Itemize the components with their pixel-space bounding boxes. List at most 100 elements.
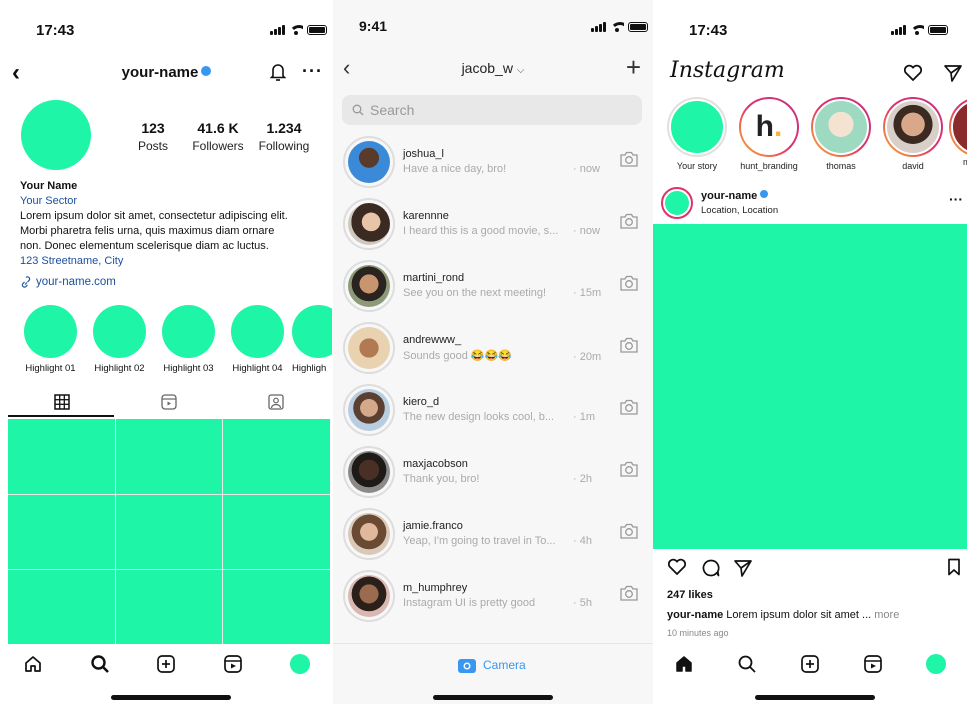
account-switcher[interactable]: jacob_w ⌵	[333, 60, 653, 76]
story-item[interactable]: Your story	[661, 97, 733, 171]
home-indicator	[755, 695, 875, 700]
add-post-icon[interactable]	[156, 654, 176, 674]
profile-avatar[interactable]	[21, 100, 91, 170]
camera-button[interactable]: Camera	[457, 656, 526, 674]
home-icon[interactable]	[674, 654, 694, 674]
message-thread[interactable]: jamie.franco Yeap, I'm going to travel i…	[333, 506, 653, 568]
reels-nav-icon[interactable]	[223, 654, 243, 674]
story-avatar	[885, 99, 941, 155]
message-thread[interactable]: kiero_d The new design looks cool, b... …	[333, 382, 653, 444]
post-thumbnail[interactable]	[115, 494, 223, 570]
message-thread[interactable]: martini_rond See you on the next meeting…	[333, 258, 653, 320]
post-thumbnail[interactable]	[8, 570, 115, 645]
tab-reels[interactable]	[115, 388, 222, 416]
heart-icon[interactable]	[903, 64, 923, 82]
camera-icon[interactable]	[619, 522, 639, 540]
message-thread[interactable]: karennne I heard this is a good movie, s…	[333, 196, 653, 258]
post-thumbnail[interactable]	[115, 570, 223, 645]
post-username[interactable]: your-name	[701, 190, 757, 202]
posts-grid	[8, 419, 330, 645]
post-username-wrap: your-name	[701, 190, 769, 202]
camera-icon[interactable]	[619, 212, 639, 230]
link-text: your-name.com	[36, 276, 116, 288]
bio-line: Morbi pharetra felis urna, quis maximus …	[20, 225, 275, 237]
stat-following[interactable]: 1.234 Following	[256, 120, 312, 153]
profile-username[interactable]: your-name	[122, 64, 199, 81]
link-icon	[21, 276, 31, 288]
profile-nav-avatar[interactable]	[289, 654, 310, 674]
post-location[interactable]: Location, Location	[701, 205, 778, 216]
caption-text: Lorem ipsum dolor sit amet ...	[723, 609, 875, 621]
tab-tagged[interactable]	[223, 388, 330, 416]
battery-icon	[307, 25, 327, 35]
post-header: your-name Location, Location ···	[661, 187, 967, 219]
story-item[interactable]: david	[877, 97, 949, 171]
post-thumbnail[interactable]	[223, 494, 330, 570]
bell-icon[interactable]	[270, 62, 286, 82]
like-icon[interactable]	[667, 558, 687, 576]
message-thread[interactable]: maxjacobson Thank you, bro! · 2h	[333, 444, 653, 506]
camera-icon[interactable]	[619, 460, 639, 478]
search-icon[interactable]	[90, 654, 110, 674]
story-item[interactable]: h. hunt_branding	[733, 97, 805, 171]
stat-label: Following	[258, 139, 310, 153]
tab-grid[interactable]	[8, 388, 115, 416]
thread-avatar	[343, 446, 395, 498]
caption-username[interactable]: your-name	[667, 609, 723, 621]
thread-time: · 20m	[573, 351, 602, 363]
profile-link[interactable]: your-name.com	[20, 276, 116, 288]
home-icon[interactable]	[23, 654, 43, 674]
message-thread[interactable]: andrewww_ Sounds good 😂😂😂 · 20m	[333, 320, 653, 382]
reels-nav-icon[interactable]	[863, 654, 883, 674]
post-thumbnail[interactable]	[8, 419, 115, 494]
caption-more-link[interactable]: more	[874, 609, 899, 621]
thread-time: · now	[573, 163, 600, 175]
post-thumbnail[interactable]	[223, 570, 330, 645]
post-image[interactable]	[653, 224, 967, 549]
search-placeholder: Search	[370, 102, 415, 118]
comment-icon[interactable]	[701, 558, 721, 578]
camera-icon[interactable]	[619, 584, 639, 602]
battery-icon	[628, 22, 648, 32]
likes-count[interactable]: 247 likes	[667, 589, 713, 601]
search-icon	[352, 104, 364, 116]
bio-sector[interactable]: Your Sector	[20, 194, 325, 209]
highlight-item[interactable]: Highlight 01	[16, 305, 85, 374]
verified-badge-icon	[201, 66, 212, 76]
highlight-label: Highligh	[292, 363, 327, 374]
highlight-item[interactable]: Highlight 04	[223, 305, 292, 374]
camera-icon[interactable]	[619, 150, 639, 168]
stat-posts[interactable]: 123 Posts	[138, 120, 168, 153]
stat-label: Followers	[192, 139, 244, 153]
add-post-icon[interactable]	[800, 654, 820, 674]
story-item[interactable]: m	[949, 97, 967, 171]
reels-icon	[161, 394, 177, 410]
story-label: Your story	[676, 161, 718, 171]
instagram-logo[interactable]: Instagram	[670, 58, 785, 83]
search-input[interactable]: Search	[342, 95, 642, 125]
message-thread[interactable]: joshua_l Have a nice day, bro! · now	[333, 134, 653, 196]
camera-icon[interactable]	[619, 274, 639, 292]
camera-icon[interactable]	[619, 398, 639, 416]
post-thumbnail[interactable]	[8, 494, 115, 570]
highlight-item[interactable]: Highlight 03	[154, 305, 223, 374]
camera-icon[interactable]	[619, 336, 639, 354]
search-icon[interactable]	[737, 654, 757, 674]
bio-address[interactable]: 123 Streetname, City	[20, 254, 325, 269]
share-icon[interactable]	[733, 558, 753, 578]
more-options-icon[interactable]: ···	[302, 61, 323, 82]
highlight-item[interactable]: Highligh	[292, 305, 332, 374]
post-avatar[interactable]	[661, 187, 693, 219]
new-message-icon[interactable]: +	[626, 52, 641, 83]
bookmark-icon[interactable]	[947, 558, 961, 576]
story-item[interactable]: thomas	[805, 97, 877, 171]
more-options-icon[interactable]: ···	[949, 191, 963, 207]
post-thumbnail[interactable]	[223, 419, 330, 494]
stat-followers[interactable]: 41.6 K Followers	[190, 120, 246, 153]
highlight-item[interactable]: Highlight 02	[85, 305, 154, 374]
post-thumbnail[interactable]	[115, 419, 223, 494]
direct-message-icon[interactable]	[943, 63, 963, 83]
wifi-icon	[910, 25, 924, 35]
profile-nav-avatar[interactable]	[925, 654, 946, 674]
message-thread[interactable]: m_humphrey Instagram UI is pretty good ·…	[333, 568, 653, 630]
